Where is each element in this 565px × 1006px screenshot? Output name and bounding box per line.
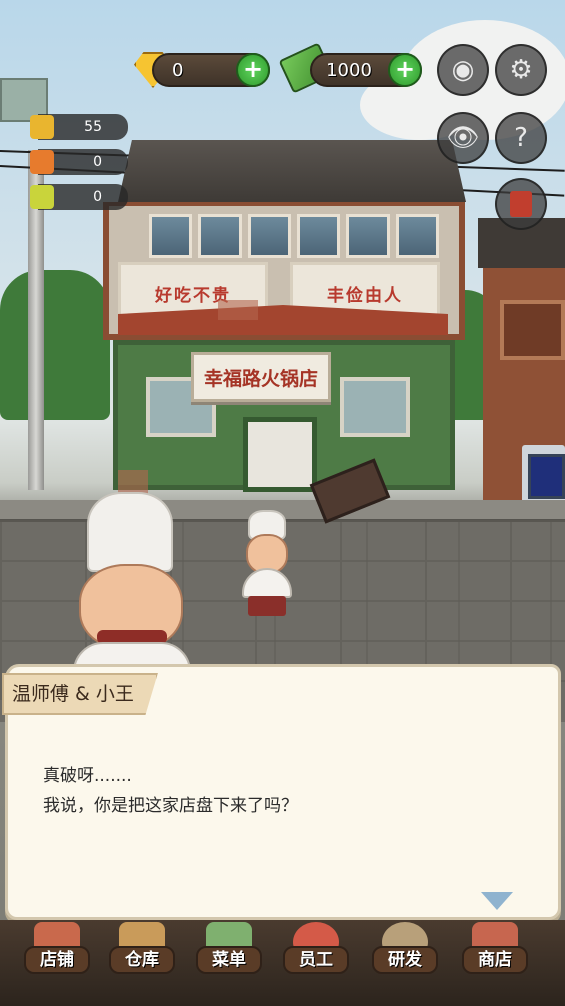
upper-windows [149,214,439,258]
chef-body [242,568,292,598]
shop-signboard: 幸福路火锅店 [191,352,331,402]
nav-item-research[interactable]: 研发 [368,922,442,1006]
storefront-window [340,377,410,437]
dialog-line-1: 真破呀....... [43,766,132,786]
settings-button[interactable]: ⚙ [495,44,547,96]
nav-label: 员工 [283,946,349,974]
dialog-line-2: 我说，你是把这家店盘下来了吗？ [43,796,298,816]
add-cash-button[interactable]: + [388,53,422,87]
hotpot-shop-building[interactable]: 好吃不贵 丰俭由人 [98,140,470,500]
view-button[interactable]: 👁 [437,112,489,164]
chef-xiao-wang[interactable] [240,510,296,620]
nav-label: 研发 [372,946,438,974]
flame-icon [30,150,54,174]
cash-counter: 1000 + [310,53,422,87]
help-book-icon: ? [514,123,528,153]
nav-item-menu[interactable]: 菜单 [192,922,266,1006]
trophy-icon [30,115,54,139]
chef-master-wen[interactable] [65,492,195,682]
tree [0,270,110,420]
resource-value: 55 [84,119,102,135]
book-icon [510,191,532,217]
add-gems-button[interactable]: + [236,53,270,87]
recipe-book-button[interactable] [495,178,547,230]
neighbor-window [500,300,565,360]
camera-icon: ◉ [451,55,475,85]
exposed-brick [218,300,258,320]
nav-item-staff[interactable]: 员工 [279,922,353,1006]
chef-apron [248,596,286,616]
nav-item-warehouse[interactable]: 仓库 [105,922,179,1006]
nav-label: 菜单 [196,946,262,974]
gem-counter: 0 + [152,53,270,87]
nav-item-store[interactable]: 店铺 [20,922,94,1006]
nav-item-shop[interactable]: 商店 [458,922,532,1006]
nav-label: 商店 [462,946,528,974]
camera-button[interactable]: ◉ [437,44,489,96]
resource-value: 0 [93,189,102,205]
help-book-button[interactable]: ? [495,112,547,164]
ticket-icon [30,185,54,209]
shop-door [243,417,317,492]
arcade-screen [528,454,565,499]
resource-value: 0 [93,154,102,170]
speaker-nameplate: 温师傅 & 小王 [2,673,158,715]
gear-icon: ⚙ [509,55,533,85]
eye-icon: 👁 [446,123,480,153]
shop-roof [118,140,466,202]
nav-label: 店铺 [24,946,90,974]
continue-arrow-icon[interactable] [481,892,513,910]
chef-hat [87,492,173,572]
nav-label: 仓库 [109,946,175,974]
